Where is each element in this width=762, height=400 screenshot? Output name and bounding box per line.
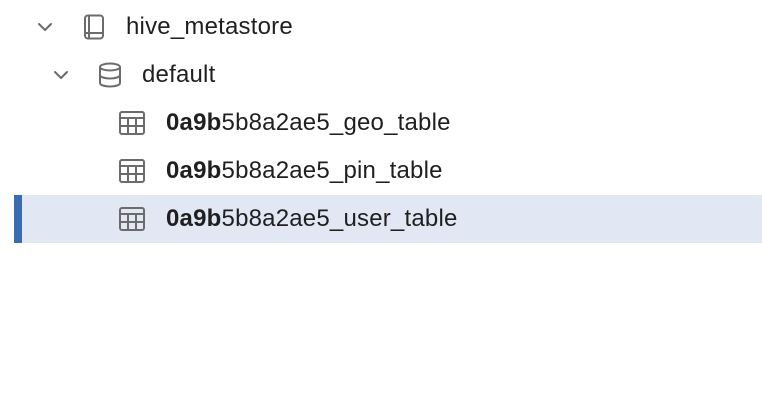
- tree-node-label: hive_metastore: [126, 13, 293, 40]
- search-match-highlight: 0a9b: [166, 157, 222, 184]
- tree-node-default[interactable]: default: [14, 51, 762, 99]
- search-match-highlight: 0a9b: [166, 109, 222, 136]
- chevron-down-icon[interactable]: [36, 18, 54, 36]
- search-match-highlight: 0a9b: [166, 205, 222, 232]
- chevron-down-icon[interactable]: [52, 66, 70, 84]
- table-name-rest: 5b8a2ae5_user_table: [221, 205, 458, 232]
- tree-node-table[interactable]: 0a9b5b8a2ae5_geo_table: [14, 99, 762, 147]
- tree-node-hive-metastore[interactable]: hive_metastore: [14, 3, 762, 51]
- table-icon: [118, 109, 146, 137]
- selection-indicator: [14, 195, 22, 243]
- database-icon: [96, 61, 124, 89]
- table-icon: [118, 157, 146, 185]
- tree-node-label: 0a9b5b8a2ae5_user_table: [166, 195, 458, 243]
- tree-node-label: 0a9b5b8a2ae5_geo_table: [166, 99, 451, 147]
- catalog-tree: hive_metastore default 0a9b5b8a2ae5_geo_…: [0, 0, 762, 400]
- tree-node-label: 0a9b5b8a2ae5_pin_table: [166, 147, 443, 195]
- tree-node-label: default: [142, 61, 216, 88]
- book-icon: [80, 13, 108, 41]
- tree-node-table-selected[interactable]: 0a9b5b8a2ae5_user_table: [14, 195, 762, 243]
- table-icon: [118, 205, 146, 233]
- table-name-rest: 5b8a2ae5_pin_table: [221, 157, 443, 184]
- table-name-rest: 5b8a2ae5_geo_table: [221, 109, 451, 136]
- tree-node-table[interactable]: 0a9b5b8a2ae5_pin_table: [14, 147, 762, 195]
